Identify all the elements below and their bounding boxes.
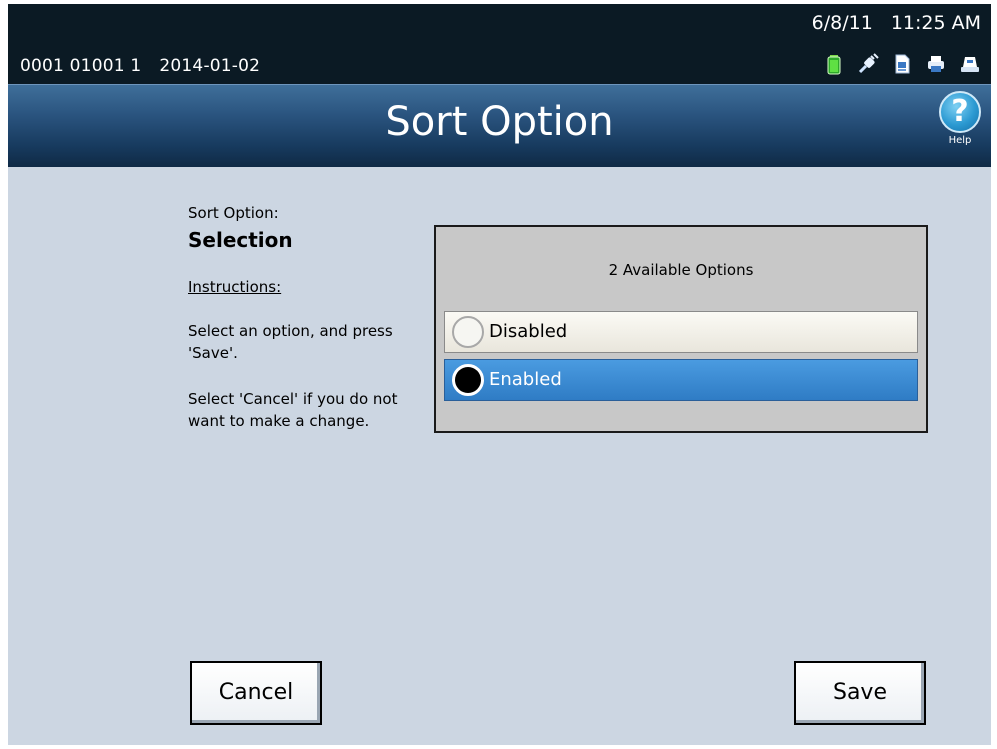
option-label: Disabled [489,321,568,342]
section-heading: Selection [188,228,293,252]
option-disabled[interactable]: Disabled [444,311,918,353]
time-text: 11:25 AM [890,12,981,34]
cancel-button[interactable]: Cancel [190,661,322,725]
help-button[interactable]: ? Help [937,91,983,146]
instruction-save: Select an option, and press 'Save'. [188,322,393,362]
date-text: 6/8/11 [811,12,873,34]
scale-icon [961,57,979,72]
save-button[interactable]: Save [794,661,926,725]
help-label: Help [948,135,972,146]
help-icon: ? [939,91,981,133]
options-count: 2 Available Options [608,261,754,279]
radio-unselected-icon [452,316,484,348]
meter-id: 0001 01001 1 [20,56,142,76]
battery-icon [827,55,841,75]
options-panel: 2 Available Options Disabled Enabled [434,225,928,433]
meter-info: 0001 01001 1 2014-01-02 [20,56,278,76]
power-plug-icon [858,53,879,74]
printer-icon [928,56,944,72]
datetime: 6/8/11 11:25 AM [812,12,981,34]
page-header: Sort Option ? Help [8,84,991,168]
instructions-panel: Sort Option: Selection Instructions: Sel… [188,204,418,432]
content-area: Sort Option: Selection Instructions: Sel… [8,167,991,745]
field-label: Sort Option: [188,204,279,222]
device-screen: 0001 01001 1 2014-01-02 6/8/11 11:25 AM [8,4,991,745]
document-icon [895,54,910,74]
meter-date: 2014-01-02 [159,56,261,76]
status-icons [823,52,981,76]
instruction-cancel: Select 'Cancel' if you do not want to ma… [188,390,398,430]
status-bar: 0001 01001 1 2014-01-02 6/8/11 11:25 AM [8,4,991,84]
instructions-heading: Instructions: [188,278,282,296]
radio-selected-icon [452,364,484,396]
page-title: Sort Option [385,99,614,145]
option-label: Enabled [489,369,562,390]
option-enabled[interactable]: Enabled [444,359,918,401]
